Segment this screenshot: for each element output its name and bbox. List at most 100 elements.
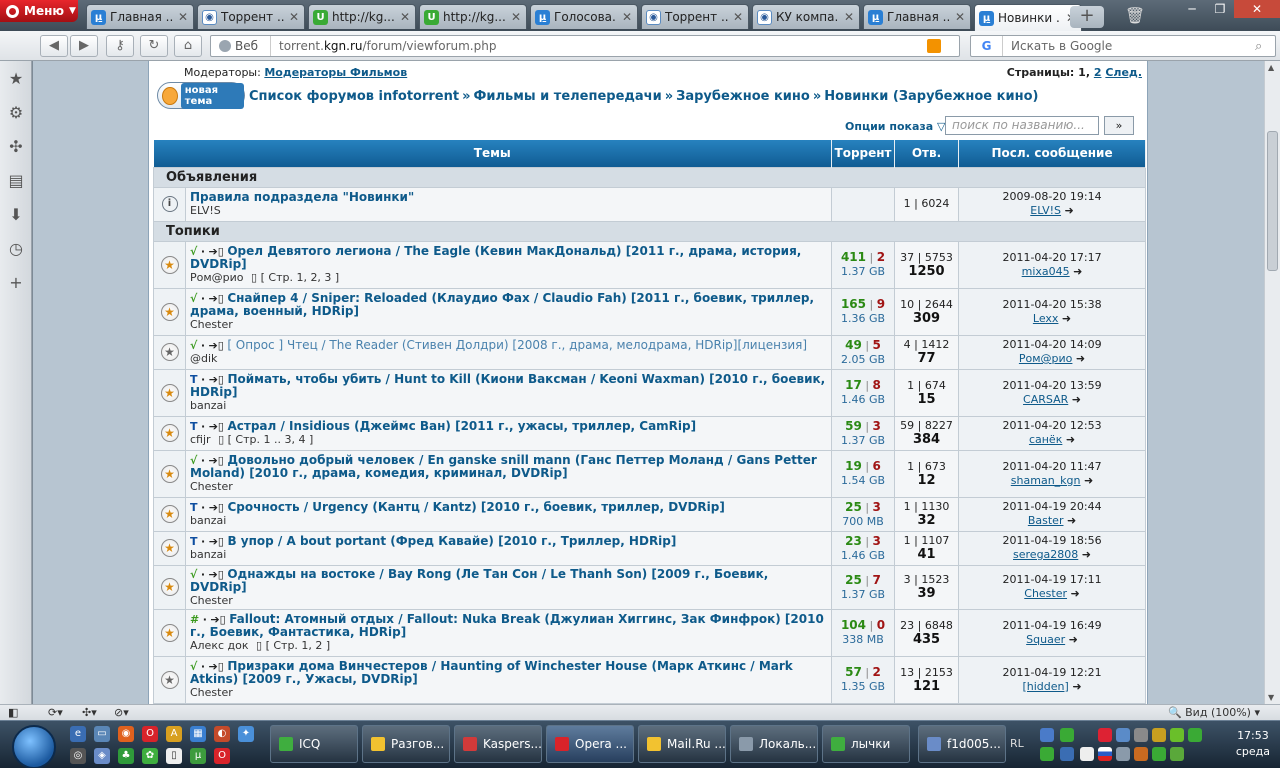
topic-title[interactable]: Призраки дома Винчестеров / Haunting of … bbox=[190, 659, 793, 686]
panel-toggle-icon[interactable]: ◧ bbox=[8, 706, 18, 719]
torrent-size[interactable]: 700 MB bbox=[832, 515, 894, 529]
topic-pages[interactable]: ▯ [ Стр. 1, 2 ] bbox=[256, 639, 330, 652]
last-post-user[interactable]: CARSAR bbox=[1023, 393, 1068, 406]
go-to-post-icon[interactable]: ➜ bbox=[1065, 204, 1074, 217]
page-next-link[interactable]: След. bbox=[1105, 66, 1142, 79]
topic-pages[interactable]: ▯ [ Стр. 1, 2, 3 ] bbox=[251, 271, 339, 284]
download-icon[interactable]: ➔▯ bbox=[209, 420, 224, 433]
tray-icon[interactable] bbox=[1134, 728, 1148, 742]
tray-icon[interactable] bbox=[1116, 728, 1130, 742]
search-input[interactable]: Искать в Google bbox=[1003, 39, 1255, 53]
home-button[interactable]: ⌂ bbox=[174, 35, 202, 57]
title-search-input[interactable]: поиск по названию... bbox=[945, 116, 1099, 135]
close-icon[interactable]: ✕ bbox=[177, 10, 189, 24]
nvidia-icon[interactable] bbox=[1170, 747, 1184, 761]
topic-title[interactable]: Астрал / Insidious (Джеймс Ван) [2011 г.… bbox=[227, 419, 696, 433]
browser-tab[interactable]: Uhttp://kg... ✕ bbox=[419, 4, 527, 29]
google-icon[interactable]: G bbox=[971, 36, 1003, 56]
last-post-user[interactable]: Lexx bbox=[1033, 312, 1059, 325]
last-post-user[interactable]: Squaer bbox=[1026, 633, 1065, 646]
topic-title[interactable]: Срочность / Urgency (Кантц / Kantz) [201… bbox=[227, 500, 724, 514]
browser-tab[interactable]: μ Главная ... ✕ bbox=[863, 4, 971, 29]
widgets-icon[interactable]: ⚙ bbox=[0, 95, 32, 129]
topic-title[interactable]: Fallout: Атомный отдых / Fallout: Nuka B… bbox=[190, 612, 824, 639]
browser-tab[interactable]: μ Главная ... ✕ bbox=[86, 4, 194, 29]
utorrent-icon[interactable]: μ bbox=[190, 748, 206, 764]
go-to-post-icon[interactable]: ➜ bbox=[1072, 393, 1081, 406]
maximize-button[interactable]: ❐ bbox=[1206, 0, 1234, 18]
close-icon[interactable]: ✕ bbox=[954, 10, 966, 24]
app-icon[interactable]: ◐ bbox=[214, 726, 230, 742]
new-topic-button[interactable]: новая тема bbox=[157, 82, 245, 109]
go-to-post-icon[interactable]: ➜ bbox=[1084, 474, 1093, 487]
trash-icon[interactable]: 🗑 bbox=[1124, 6, 1146, 28]
address-bar[interactable]: Веб torrent.kgn.ru/forum/viewforum.php bbox=[210, 35, 960, 57]
bookmarks-icon[interactable]: ★ bbox=[0, 61, 32, 95]
ie-icon[interactable]: e bbox=[70, 726, 86, 742]
breadcrumb-link[interactable]: Фильмы и телепередачи bbox=[474, 89, 662, 104]
announcement-title[interactable]: Правила подраздела "Новинки" bbox=[190, 191, 827, 204]
icq-icon[interactable]: ✿ bbox=[142, 748, 158, 764]
tray-icon[interactable] bbox=[1060, 728, 1074, 742]
unite-icon[interactable]: ✣ bbox=[0, 129, 32, 163]
scroll-up-icon[interactable]: ▲ bbox=[1268, 63, 1274, 72]
topic-pages[interactable]: ▯ [ Стр. 1 .. 3, 4 ] bbox=[218, 433, 313, 446]
topic-title[interactable]: Орел Девятого легиона / The Eagle (Кевин… bbox=[190, 244, 801, 271]
taskbar-button[interactable]: Локаль... bbox=[730, 725, 818, 763]
go-to-post-icon[interactable]: ➜ bbox=[1071, 587, 1080, 600]
topic-title[interactable]: [ Опрос ] Чтец / The Reader (Стивен Долд… bbox=[227, 338, 807, 352]
torrent-size[interactable]: 1.54 GB bbox=[832, 474, 894, 488]
last-post-user[interactable]: Baster bbox=[1028, 514, 1064, 527]
download-icon[interactable]: ➔▯ bbox=[209, 501, 224, 514]
download-icon[interactable]: ➔▯ bbox=[209, 339, 224, 352]
go-to-post-icon[interactable]: ➜ bbox=[1062, 312, 1071, 325]
notes-icon[interactable]: ▤ bbox=[0, 163, 32, 197]
topic-title[interactable]: Снайпер 4 / Sniper: Reloaded (Клаудио Фа… bbox=[190, 291, 814, 318]
desktop-icon[interactable]: ▭ bbox=[94, 726, 110, 742]
firefox-icon[interactable]: ◉ bbox=[118, 726, 134, 742]
taskbar-button[interactable]: Mail.Ru ... bbox=[638, 725, 726, 763]
breadcrumb-link[interactable]: Зарубежное кино bbox=[676, 89, 810, 104]
key-icon[interactable]: ⚷ bbox=[106, 35, 134, 57]
tray-icon[interactable] bbox=[1040, 747, 1054, 761]
tray-icon[interactable] bbox=[1170, 728, 1184, 742]
tray-icon[interactable] bbox=[1152, 728, 1166, 742]
breadcrumb-link[interactable]: Новинки (Зарубежное кино) bbox=[824, 89, 1038, 104]
tray-icon[interactable] bbox=[1080, 747, 1094, 761]
torrent-size[interactable]: 2.05 GB bbox=[832, 353, 894, 367]
go-to-post-icon[interactable]: ➜ bbox=[1076, 352, 1085, 365]
close-icon[interactable]: ✕ bbox=[843, 10, 855, 24]
last-post-user[interactable]: mixa045 bbox=[1022, 265, 1070, 278]
network-icon[interactable] bbox=[1116, 747, 1130, 761]
moderators-link[interactable]: Модераторы Фильмов bbox=[264, 66, 407, 79]
taskbar-button[interactable]: Kaspers... bbox=[454, 725, 542, 763]
breadcrumb-link[interactable]: Список форумов infotorrent bbox=[249, 89, 459, 104]
torrent-size[interactable]: 1.35 GB bbox=[832, 680, 894, 694]
torrent-size[interactable]: 338 MB bbox=[832, 633, 894, 647]
forward-button[interactable]: ▶ bbox=[70, 35, 98, 57]
taskbar-button[interactable]: Opera ... bbox=[546, 725, 634, 763]
last-post-user[interactable]: serega2808 bbox=[1013, 548, 1078, 561]
browser-tab[interactable]: ◉ Торрент ... ✕ bbox=[197, 4, 305, 29]
flag-icon[interactable] bbox=[1098, 747, 1112, 761]
rss-icon[interactable] bbox=[927, 39, 941, 53]
history-icon[interactable]: ◷ bbox=[0, 231, 32, 265]
close-window-button[interactable]: ✕ bbox=[1234, 0, 1280, 18]
tray-icon[interactable] bbox=[1040, 728, 1054, 742]
close-icon[interactable]: ✕ bbox=[510, 10, 522, 24]
new-tab-button[interactable]: + bbox=[1070, 6, 1104, 28]
zoom-control[interactable]: 🔍 Вид (100%) ▾ bbox=[1168, 706, 1260, 719]
tray-icon[interactable] bbox=[1188, 728, 1202, 742]
topic-title[interactable]: Однажды на востоке / Bay Rong (Ле Тан Со… bbox=[190, 567, 768, 594]
start-button[interactable] bbox=[12, 725, 56, 768]
search-bar[interactable]: G Искать в Google ⌕ bbox=[970, 35, 1276, 57]
tray-icon[interactable] bbox=[1098, 728, 1112, 742]
torrent-size[interactable]: 1.37 GB bbox=[832, 434, 894, 448]
torrent-size[interactable]: 1.37 GB bbox=[832, 588, 894, 602]
topic-title[interactable]: Поймать, чтобы убить / Hunt to Kill (Кио… bbox=[190, 372, 825, 399]
app-icon[interactable]: ▦ bbox=[190, 726, 206, 742]
last-post-user[interactable]: Chester bbox=[1024, 587, 1067, 600]
language-indicator[interactable]: RL bbox=[1010, 737, 1024, 750]
torrent-size[interactable]: 1.37 GB bbox=[832, 265, 894, 279]
torrent-size[interactable]: 1.36 GB bbox=[832, 312, 894, 326]
